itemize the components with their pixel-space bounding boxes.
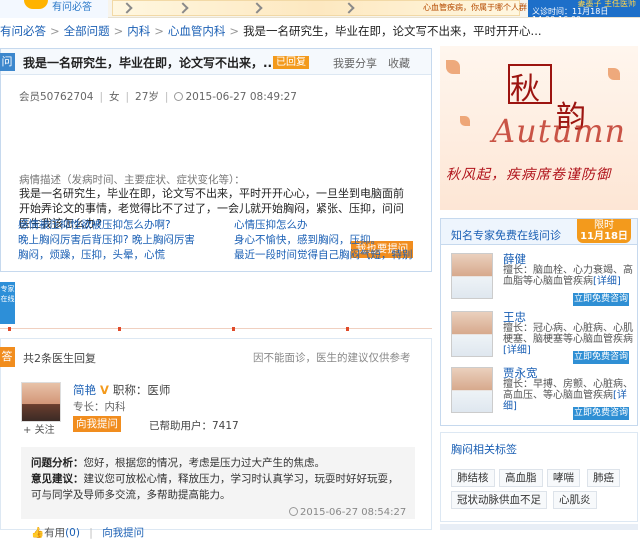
experts-header: 知名专家免费在线问诊 限时 11月18日 xyxy=(441,219,637,245)
next-panel-edge xyxy=(440,524,638,530)
related-question-link[interactable]: 最近一段时间觉得自己胸闷气短，特别 xyxy=(234,248,413,263)
status-badge: 已回复 xyxy=(273,56,309,69)
arrow-right-icon xyxy=(251,2,263,14)
expert-photo[interactable] xyxy=(451,311,493,357)
breadcrumb: 有问必答 > 全部问题 > 内科 > 心血管内科 > 我是一名研究生，毕业在即，论文写不出来，平… xyxy=(0,22,640,40)
ad-english: Autumn xyxy=(492,112,627,150)
follow-label: 关注 xyxy=(34,425,55,436)
doctor-specialty: 专长：内科 xyxy=(73,401,126,413)
free-consult-button[interactable]: 立即免费咨询 xyxy=(573,407,629,420)
related-question-link[interactable]: 心情压抑怎么办 xyxy=(234,218,308,233)
ask-me-button[interactable]: 向我提问 xyxy=(73,416,121,432)
answer-notice: 因不能面诊，医生的建议仅供参考 xyxy=(253,352,411,364)
leaf-icon xyxy=(446,60,460,74)
consult-ad[interactable]: 妻墨子 主任医师 义诊时间：11月18日 14:00-16:00 xyxy=(528,0,640,24)
advice-text: 建议您可放松心情，释放压力，学习时认真学习，玩耍时好好玩耍，可与同学及导师多交流… xyxy=(31,473,399,501)
answers-panel: 答 共2条医生回复 因不能面诊，医生的建议仅供参考 + 关注 简艳 V 职称：医师 … xyxy=(0,338,432,539)
detail-link[interactable]: [详细] xyxy=(503,345,531,356)
analysis-label: 问题分析： xyxy=(31,457,84,469)
chevron-right-icon: > xyxy=(113,24,124,38)
verified-icon: V xyxy=(100,383,109,397)
breadcrumb-internal[interactable]: 内科 xyxy=(127,24,150,38)
doctor-info: 简艳 V 职称：医师 xyxy=(73,382,170,398)
clock-icon xyxy=(174,92,184,101)
breadcrumb-all[interactable]: 全部问题 xyxy=(64,24,110,38)
question-meta: 会员50762704 | 女 | 27岁 | 2015-06-27 08:49:27 xyxy=(19,91,297,103)
arrow-right-icon xyxy=(177,2,189,14)
asker-id: 会员50762704 xyxy=(19,91,94,103)
breadcrumb-current: 我是一名研究生，毕业在即，论文写不出来，平时开开心... xyxy=(243,24,542,38)
limited-time-badge: 限时 11月18日 xyxy=(577,219,631,243)
question-header: 问 我是一名研究生，毕业在即，论文写不出来，... 已回复 我要分享 收藏 xyxy=(0,49,431,75)
clock-icon xyxy=(289,507,298,516)
chevron-right-icon: > xyxy=(50,24,60,38)
free-consult-button[interactable]: 立即免费咨询 xyxy=(573,293,629,306)
tag-item[interactable]: 高血脂 xyxy=(499,469,543,487)
experts-panel: 知名专家免费在线问诊 限时 11月18日 薛健 擅长：脑血栓、心力衰竭、高血脂等… xyxy=(440,218,638,426)
chevron-right-icon: > xyxy=(229,24,240,38)
leaf-icon xyxy=(460,116,470,126)
follow-button[interactable]: + 关注 xyxy=(23,421,55,436)
expert-skill: 擅长：脑血栓、心力衰竭、高血脂等心脑血管疾病[详细] xyxy=(503,265,633,287)
doctor-avatar[interactable] xyxy=(21,382,61,422)
autumn-ad[interactable]: 秋 韵 Autumn 秋风起，疾病席卷谨防御 xyxy=(440,46,638,210)
useful-button[interactable]: 👍有用(0) xyxy=(31,527,80,539)
tag-item[interactable]: 冠状动脉供血不足 xyxy=(451,491,547,509)
doctor-title-label: 职称： xyxy=(112,383,148,397)
thumbs-up-icon: 👍 xyxy=(31,527,45,539)
logo-text: 有问必答 xyxy=(52,2,92,13)
logo-mark-icon xyxy=(24,0,48,9)
answer-count: 共2条医生回复 xyxy=(23,352,96,365)
detail-link[interactable]: [详细] xyxy=(593,276,621,287)
ad-slogan: 秋风起，疾病席卷谨防御 xyxy=(446,167,611,183)
answer-time: 2015-06-27 08:54:27 xyxy=(289,507,406,518)
expert-online-tab[interactable]: 专家在线 xyxy=(0,282,15,324)
expert-card: 薛健 擅长：脑血栓、心力衰竭、高血脂等心脑血管疾病[详细] 立即免费咨询 xyxy=(441,249,637,306)
share-link[interactable]: 我要分享 xyxy=(333,55,377,71)
top-banner: 有问必答 心血管疾病，你属于哪个人群 妻墨子 主任医师 义诊时间：11月18日 … xyxy=(0,0,640,24)
doctor-title: 医师 xyxy=(147,383,171,397)
divider xyxy=(0,327,432,332)
advice-label: 意见建议： xyxy=(31,473,84,485)
tag-item[interactable]: 肺癌 xyxy=(587,469,620,487)
related-question-link[interactable]: 感情被压抑性欲被压抑怎么办啊? xyxy=(18,218,171,233)
question-tag: 问 xyxy=(0,53,15,71)
plus-icon: + xyxy=(23,425,32,436)
tags-title: 胸闷相关标签 xyxy=(451,443,517,456)
asker-gender: 女 xyxy=(109,91,120,103)
related-tags-panel: 胸闷相关标签 肺结核 高血脂 哮喘 肺癌 冠状动脉供血不足 心肌炎 xyxy=(440,432,638,522)
top-ad-banner[interactable]: 心血管疾病，你属于哪个人群 xyxy=(112,0,527,16)
arrow-right-icon xyxy=(343,2,355,14)
answer-tag: 答 xyxy=(0,347,15,367)
related-question-link[interactable]: 胸闷，烦躁，压抑，头晕，心慌 xyxy=(18,248,165,263)
expert-photo[interactable] xyxy=(451,253,493,299)
related-question-link[interactable]: 晚上胸闷厉害后背压抑? 晚上胸闷厉害 xyxy=(18,233,195,248)
related-question-link[interactable]: 身心不愉快，感到胸闷，压抑。 xyxy=(234,233,381,248)
expert-card: 贾永宽 擅长：早搏、房颤、心脏病、高血压、等心脑血管疾病[详细] 立即免费咨询 xyxy=(441,363,637,420)
tag-item[interactable]: 心肌炎 xyxy=(553,491,597,509)
question-title: 我是一名研究生，毕业在即，论文写不出来，... xyxy=(23,56,277,70)
question-time: 2015-06-27 08:49:27 xyxy=(185,91,297,103)
ad-text: 心血管疾病，你属于哪个人群 xyxy=(423,3,527,12)
expert-card: 王忠 擅长：冠心病、心脏病、心肌梗塞、脑梗塞等心脑血管疾病[详细] 立即免费咨询 xyxy=(441,307,637,364)
chevron-right-icon: > xyxy=(154,24,164,38)
expert-photo[interactable] xyxy=(451,367,493,413)
analysis-text: 您好，根据您的情况，考虑是压力过大产生的焦虑。 xyxy=(83,457,326,469)
favorite-link[interactable]: 收藏 xyxy=(388,55,410,71)
breadcrumb-home[interactable]: 有问必答 xyxy=(0,24,46,38)
site-logo[interactable]: 有问必答 xyxy=(0,0,108,18)
tag-item[interactable]: 肺结核 xyxy=(451,469,495,487)
ad-char-1: 秋 xyxy=(510,72,540,107)
arrow-right-icon xyxy=(121,2,133,14)
asker-age: 27岁 xyxy=(135,91,159,103)
tag-item[interactable]: 哮喘 xyxy=(547,469,580,487)
experts-title: 知名专家免费在线问诊 xyxy=(451,229,561,242)
answer-actions: 👍有用(0) | 向我提问 xyxy=(31,527,145,539)
leaf-icon xyxy=(608,68,620,80)
breadcrumb-cardiology[interactable]: 心血管内科 xyxy=(168,24,226,38)
description-label: 病情描述（发病时间、主要症状、症状变化等）： xyxy=(19,174,245,186)
doctor-name[interactable]: 简艳 xyxy=(73,383,96,397)
helped-count: 已帮助用户：7417 xyxy=(149,420,239,432)
ask-me-link[interactable]: 向我提问 xyxy=(102,527,144,539)
